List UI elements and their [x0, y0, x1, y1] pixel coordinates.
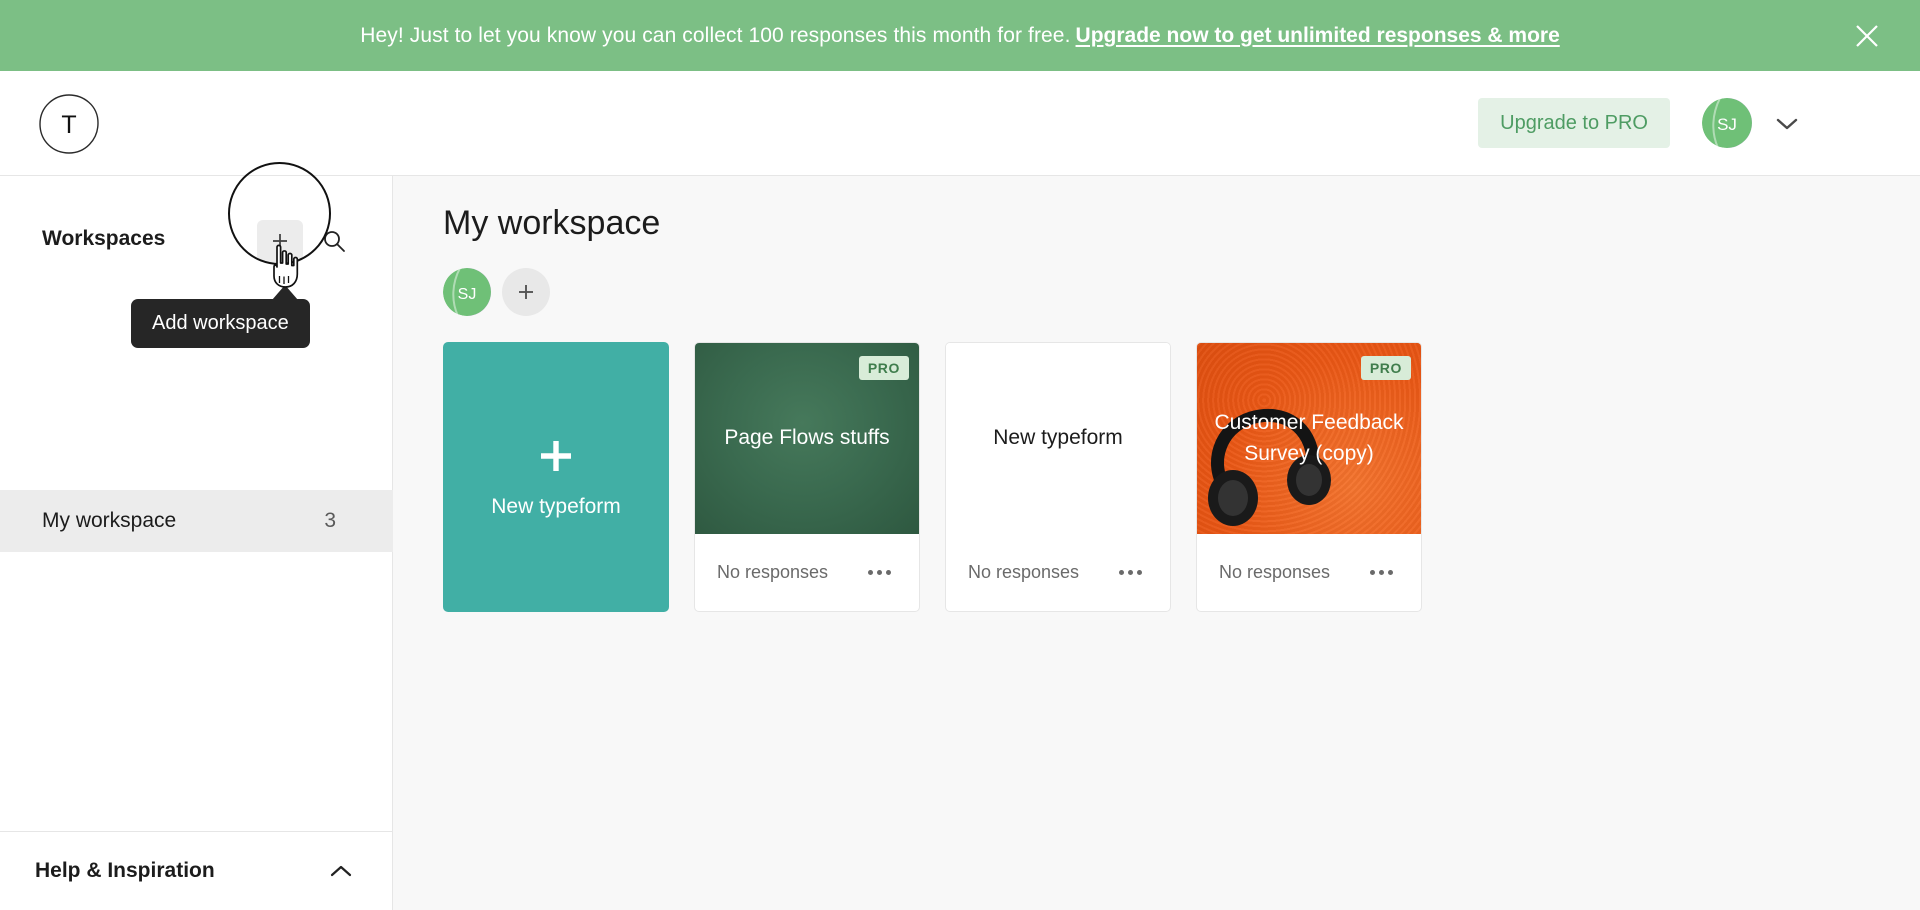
- new-typeform-card[interactable]: New typeform: [443, 342, 669, 612]
- promo-message: Hey! Just to let you know you can collec…: [360, 23, 1071, 47]
- card-title: New typeform: [993, 426, 1123, 450]
- typeform-logo-icon[interactable]: T: [38, 93, 100, 155]
- avatar-initials: SJ: [1717, 115, 1737, 134]
- upgrade-to-pro-button[interactable]: Upgrade to PRO: [1478, 98, 1670, 148]
- card-response-count: No responses: [717, 562, 829, 582]
- avatar[interactable]: SJ: [1702, 98, 1752, 148]
- add-workspace-tooltip: Add workspace: [131, 299, 310, 348]
- plus-icon: [519, 285, 533, 299]
- tooltip-arrow: [272, 285, 298, 300]
- card-footer: No responses: [1197, 534, 1421, 611]
- svg-text:T: T: [61, 111, 76, 139]
- main-content: My workspace SJ New typeform PRO Page Fl…: [393, 176, 1920, 910]
- promo-upgrade-link[interactable]: Upgrade now to get unlimited responses &…: [1076, 24, 1560, 48]
- card-thumbnail: New typeform: [946, 343, 1170, 534]
- add-workspace-button[interactable]: [257, 220, 303, 262]
- add-member-button[interactable]: [502, 268, 550, 316]
- card-title: Customer Feedback Survey (copy): [1214, 411, 1404, 465]
- card-title: Page Flows stuffs: [724, 426, 890, 450]
- new-typeform-label: New typeform: [491, 495, 621, 518]
- chevron-up-icon[interactable]: [329, 864, 353, 879]
- more-options-icon[interactable]: [1364, 564, 1399, 581]
- sidebar: Workspaces My workspace 3 Help & Inspira…: [0, 176, 393, 910]
- app-header: T Upgrade to PRO SJ: [0, 71, 1920, 176]
- member-avatar[interactable]: SJ: [443, 268, 491, 316]
- chevron-down-icon[interactable]: [1774, 116, 1800, 132]
- more-options-icon[interactable]: [1113, 564, 1148, 581]
- plus-icon: [273, 234, 287, 248]
- help-and-inspiration-label: Help & Inspiration: [35, 859, 215, 882]
- card-footer: No responses: [946, 534, 1170, 611]
- card-thumbnail: PRO Page Flows stuffs: [695, 343, 919, 534]
- typeform-card-grid: New typeform PRO Page Flows stuffs No re…: [443, 342, 1422, 612]
- close-icon[interactable]: [1850, 19, 1884, 53]
- search-button[interactable]: [315, 222, 353, 260]
- typeform-card[interactable]: PRO Customer Feedback Survey (copy) No r…: [1196, 342, 1422, 612]
- plus-icon: [535, 435, 577, 477]
- sidebar-item-count: 3: [324, 509, 336, 532]
- sidebar-header: Workspaces: [0, 208, 393, 270]
- typeform-card[interactable]: New typeform No responses: [945, 342, 1171, 612]
- member-avatar-initials: SJ: [458, 286, 477, 303]
- sidebar-item-my-workspace[interactable]: My workspace 3: [0, 490, 393, 552]
- sidebar-item-label: My workspace: [42, 509, 177, 532]
- search-icon: [324, 231, 345, 252]
- page-title: My workspace: [443, 204, 661, 242]
- sidebar-title: Workspaces: [42, 227, 166, 250]
- help-and-inspiration[interactable]: Help & Inspiration: [0, 831, 393, 910]
- more-options-icon[interactable]: [862, 564, 897, 581]
- typeform-card[interactable]: PRO Page Flows stuffs No responses: [694, 342, 920, 612]
- pro-badge: PRO: [1360, 356, 1411, 380]
- promo-banner: Hey! Just to let you know you can collec…: [0, 0, 1920, 71]
- pro-badge: PRO: [858, 356, 909, 380]
- card-footer: No responses: [695, 534, 919, 611]
- workspace-members: SJ: [443, 268, 550, 316]
- card-response-count: No responses: [1219, 562, 1331, 582]
- card-thumbnail: PRO Customer Feedback Survey (copy): [1197, 343, 1421, 534]
- card-response-count: No responses: [968, 562, 1080, 582]
